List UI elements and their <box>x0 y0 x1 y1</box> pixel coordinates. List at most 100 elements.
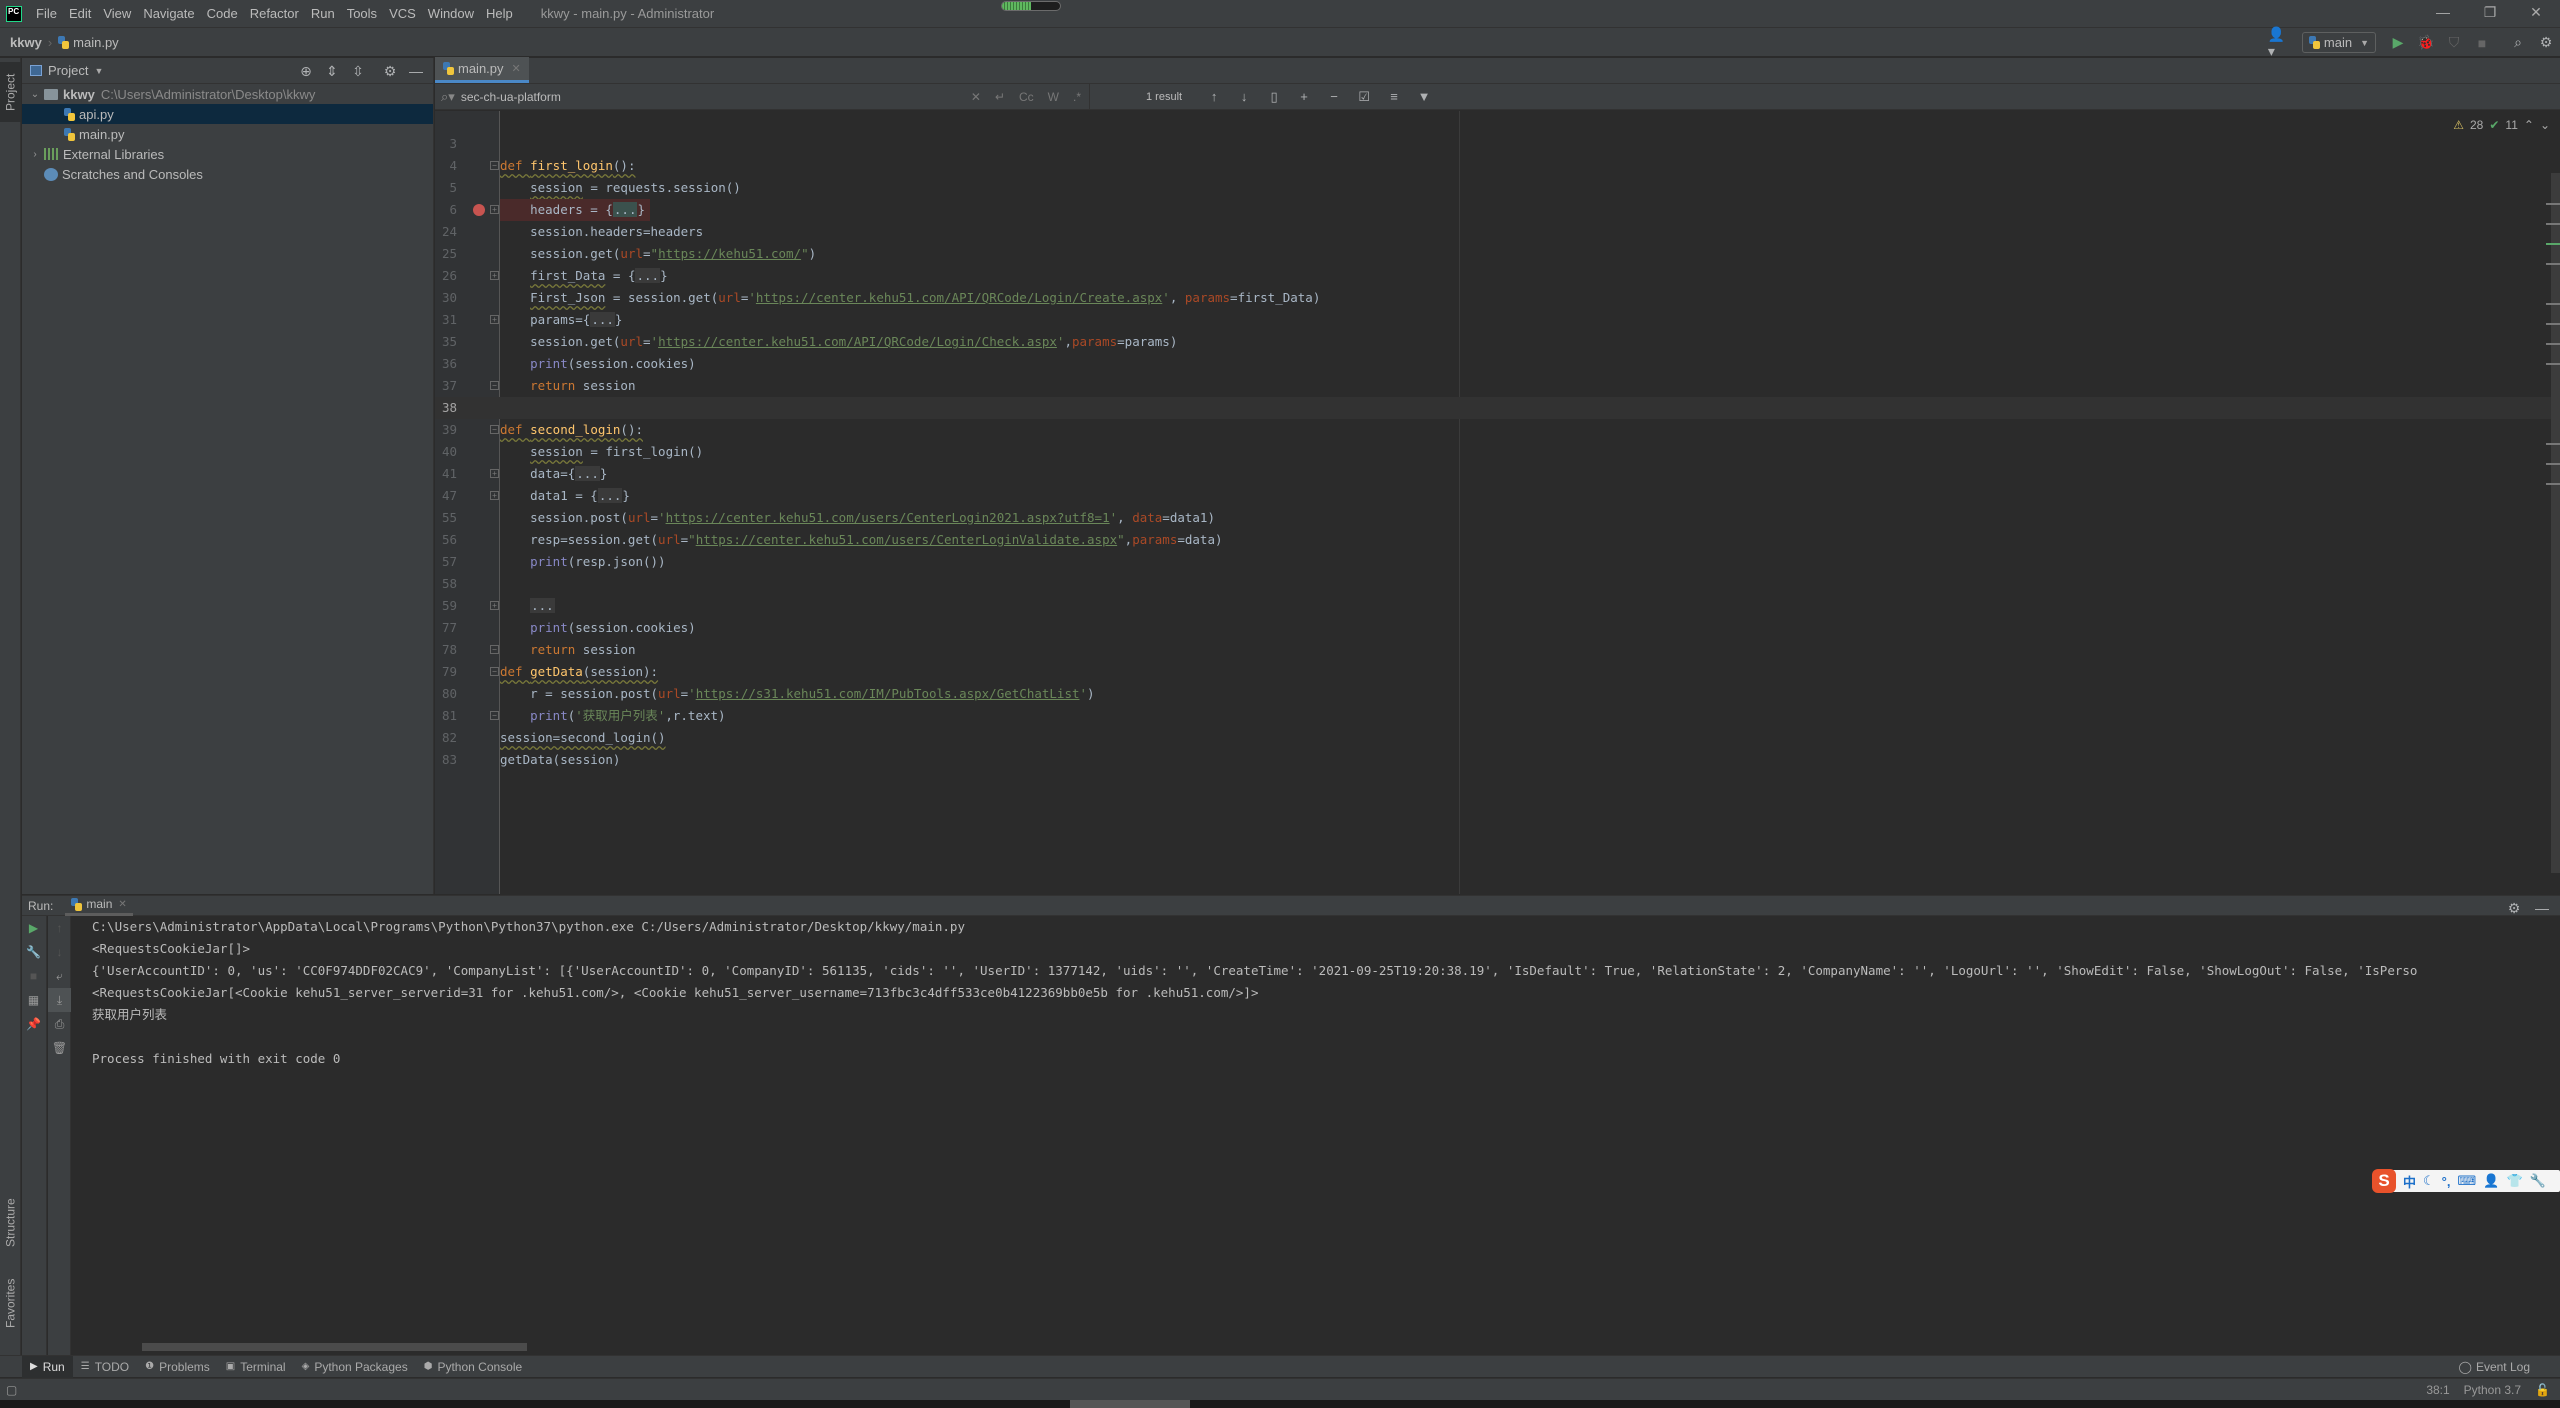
menu-run[interactable]: Run <box>305 6 341 21</box>
gear-icon[interactable]: ⚙ <box>2534 31 2558 55</box>
error-stripe-mark[interactable] <box>2546 323 2560 325</box>
new-line-icon[interactable]: ↵ <box>995 90 1005 104</box>
regex-toggle[interactable]: .* <box>1073 90 1081 104</box>
error-stripe-mark[interactable] <box>2546 203 2560 205</box>
expand-icon[interactable]: + <box>490 315 499 324</box>
expand-icon[interactable]: + <box>490 469 499 478</box>
chevron-right-icon[interactable]: › <box>28 149 42 160</box>
error-stripe-mark[interactable] <box>2546 463 2560 465</box>
menu-tools[interactable]: Tools <box>341 6 383 21</box>
search-stripe-mark[interactable] <box>2546 243 2560 245</box>
stop-icon[interactable]: ■ <box>2470 31 2494 55</box>
whole-words-toggle[interactable]: W <box>1048 90 1059 104</box>
tool-tab-python-packages[interactable]: ◈ Python Packages <box>294 1356 416 1378</box>
error-stripe-mark[interactable] <box>2546 443 2560 445</box>
minimize-button[interactable]: — <box>2423 4 2463 24</box>
up-arrow-icon[interactable]: ↑ <box>48 916 71 940</box>
ime-toolbar[interactable]: S 中 ☾ °, ⌨ 👤 👕 🔧 <box>2372 1169 2560 1193</box>
close-tab-icon[interactable]: ✕ <box>512 62 521 75</box>
run-configuration-select[interactable]: main ▼ <box>2301 32 2376 53</box>
breadcrumb-file[interactable]: main.py <box>73 35 119 50</box>
tool-tab-structure[interactable]: Structure <box>0 1188 21 1258</box>
scroll-to-end-icon[interactable]: ⤓ <box>48 988 71 1012</box>
code-editor[interactable]: 3 4− def first_login(): 5 session = reque… <box>435 111 2560 894</box>
event-log-button[interactable]: ◯ Event Log <box>2459 1360 2530 1374</box>
error-stripe-mark[interactable] <box>2546 343 2560 345</box>
find-input[interactable] <box>460 89 961 104</box>
tree-item-external-libraries[interactable]: › External Libraries <box>22 144 433 164</box>
toggle-tool-windows-icon[interactable]: ▢ <box>6 1383 17 1397</box>
search-icon[interactable]: ⌕ <box>2506 31 2530 55</box>
select-all-occurrences-icon[interactable]: ☑ <box>1354 87 1374 107</box>
project-title[interactable]: Project <box>48 63 88 78</box>
down-arrow-icon[interactable]: ↓ <box>48 940 71 964</box>
run-icon[interactable]: ▶ <box>2386 31 2410 55</box>
run-tab-main[interactable]: main ✕ <box>65 896 133 916</box>
tool-tab-favorites[interactable]: Favorites <box>0 1268 21 1338</box>
match-case-toggle[interactable]: Cc <box>1019 90 1034 104</box>
console-output[interactable]: C:\Users\Administrator\AppData\Local\Pro… <box>72 916 2560 1355</box>
breakpoint-icon[interactable] <box>473 204 485 216</box>
error-stripe-mark[interactable] <box>2546 223 2560 225</box>
search-icon[interactable]: ⌕▾ <box>441 89 455 105</box>
keyboard-icon[interactable]: ⌨ <box>2457 1173 2476 1189</box>
filter-icon[interactable]: ▼ <box>1414 87 1434 107</box>
lock-icon[interactable]: 🔓 <box>2535 1383 2550 1397</box>
tree-item-api-py[interactable]: api.py <box>22 104 433 124</box>
menu-edit[interactable]: Edit <box>63 6 97 21</box>
close-tab-icon[interactable]: ✕ <box>118 899 126 910</box>
fold-end-icon[interactable]: − <box>490 645 499 654</box>
expand-icon[interactable]: + <box>490 271 499 280</box>
chevron-down-icon[interactable]: ▼ <box>94 66 103 76</box>
taskbar-item[interactable] <box>1070 1400 1190 1408</box>
tool-tab-todo[interactable]: ☰ TODO <box>73 1356 137 1378</box>
trash-icon[interactable]: 🗑 <box>48 1036 71 1060</box>
menu-file[interactable]: File <box>30 6 63 21</box>
error-stripe-mark[interactable] <box>2546 303 2560 305</box>
expand-icon[interactable]: + <box>490 491 499 500</box>
editor-vertical-scrollbar[interactable] <box>2546 173 2560 873</box>
fold-end-icon[interactable]: − <box>490 711 499 720</box>
ime-language-toggle[interactable]: 中 <box>2403 1172 2416 1191</box>
menu-help[interactable]: Help <box>480 6 519 21</box>
rerun-icon[interactable]: ▶ <box>22 916 45 940</box>
fold-icon[interactable]: − <box>490 667 499 676</box>
menu-navigate[interactable]: Navigate <box>137 6 200 21</box>
menu-window[interactable]: Window <box>422 6 480 21</box>
expand-icon[interactable]: + <box>490 601 499 610</box>
restore-button[interactable]: ❐ <box>2470 4 2510 24</box>
chevron-down-icon[interactable]: ⌄ <box>28 89 42 100</box>
locate-icon[interactable]: ⊕ <box>295 60 317 82</box>
pin-icon[interactable]: 📌 <box>22 1012 45 1036</box>
menu-vcs[interactable]: VCS <box>383 6 422 21</box>
collapse-all-icon[interactable]: ⇳ <box>347 60 369 82</box>
tree-item-main-py[interactable]: main.py <box>22 124 433 144</box>
fold-end-icon[interactable]: − <box>490 381 499 390</box>
background-progress-bar[interactable] <box>1001 1 1061 11</box>
tool-tab-project[interactable]: Project <box>0 62 21 122</box>
next-occurrence-icon[interactable]: ↓ <box>1234 87 1254 107</box>
user-icon[interactable]: 👤 <box>2483 1173 2499 1189</box>
breadcrumb-project[interactable]: kkwy <box>10 35 42 50</box>
skin-icon[interactable]: 👕 <box>2506 1173 2522 1189</box>
expand-all-icon[interactable]: ⇕ <box>321 60 343 82</box>
fold-icon[interactable]: − <box>490 161 499 170</box>
filter-options-icon[interactable]: ≡ <box>1384 87 1404 107</box>
print-icon[interactable]: ⎙ <box>48 1012 71 1036</box>
tool-tab-terminal[interactable]: ▣ Terminal <box>218 1356 294 1378</box>
debug-icon[interactable]: 🐞 <box>2414 31 2438 55</box>
punctuation-icon[interactable]: °, <box>2442 1174 2451 1189</box>
user-icon[interactable]: 👤▾ <box>2268 26 2292 59</box>
menu-code[interactable]: Code <box>201 6 244 21</box>
menu-refactor[interactable]: Refactor <box>244 6 305 21</box>
coverage-icon[interactable]: ⛉ <box>2442 31 2466 55</box>
layout-icon[interactable]: ▦ <box>22 988 45 1012</box>
remove-selection-icon[interactable]: − <box>1324 87 1344 107</box>
wrench-icon[interactable]: 🔧 <box>2530 1173 2546 1189</box>
add-selection-icon[interactable]: + <box>1294 87 1314 107</box>
gear-icon[interactable]: ⚙ <box>379 60 401 82</box>
clear-search-icon[interactable]: ✕ <box>971 90 981 104</box>
tree-item-scratches[interactable]: Scratches and Consoles <box>22 164 433 184</box>
open-in-window-icon[interactable]: ▯ <box>1264 87 1284 107</box>
tool-tab-problems[interactable]: ❶ Problems <box>137 1356 218 1378</box>
